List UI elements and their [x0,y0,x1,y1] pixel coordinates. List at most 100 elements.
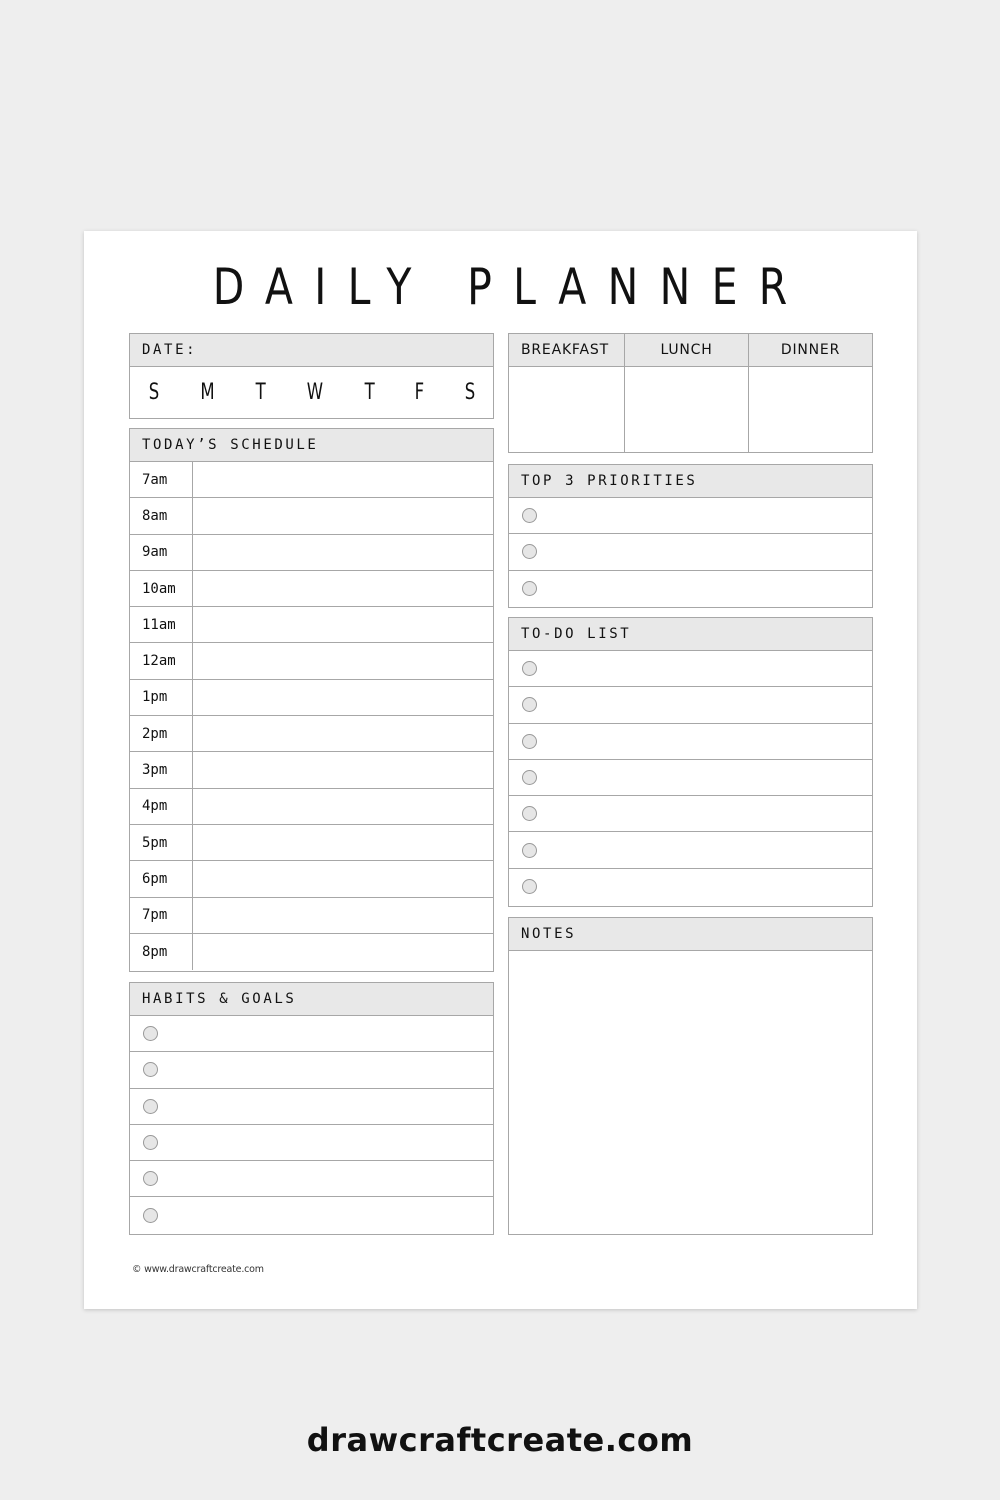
todo-item[interactable] [509,832,872,869]
schedule-entry-field[interactable] [193,498,493,533]
weekday-sun[interactable]: S [149,380,159,405]
schedule-entry-field[interactable] [193,861,493,896]
todo-label: TO-DO LIST [509,618,872,651]
schedule-label: TODAY’S SCHEDULE [130,429,493,462]
weekday-fri[interactable]: F [415,380,424,405]
checkbox-circle-icon[interactable] [522,842,537,858]
schedule-entry-field[interactable] [193,825,493,860]
weekday-wed[interactable]: W [307,380,323,405]
checkbox-circle-icon[interactable] [522,879,537,895]
priorities-label: TOP 3 PRIORITIES [509,465,872,498]
schedule-row: 10am [130,570,493,608]
meal-breakfast-label: BREAKFAST [509,334,625,366]
schedule-row: 9am [130,534,493,571]
schedule-row: 1pm [130,679,493,717]
schedule-row: 7am [130,462,493,499]
schedule-time-label: 7am [130,462,193,498]
meal-breakfast-field[interactable] [509,367,625,452]
priority-rows [509,498,872,607]
habits-label: HABITS & GOALS [130,983,493,1016]
schedule-entry-field[interactable] [193,571,493,606]
priority-item[interactable] [509,498,872,535]
notes-section: NOTES [508,917,873,1235]
schedule-row: 6pm [130,861,493,898]
weekday-row: S M T W T F S [130,367,493,417]
todo-rows [509,651,872,905]
checkbox-circle-icon[interactable] [522,697,537,713]
schedule-entry-field[interactable] [193,716,493,751]
notes-area[interactable] [509,951,872,1234]
schedule-time-label: 2pm [130,716,193,752]
schedule-time-label: 11am [130,607,193,643]
meal-lunch-label: LUNCH [625,334,749,366]
todo-item[interactable] [509,651,872,688]
habit-item[interactable] [130,1125,493,1162]
schedule-time-label: 5pm [130,824,193,861]
checkbox-circle-icon[interactable] [522,508,537,524]
schedule-entry-field[interactable] [193,462,493,497]
habit-item[interactable] [130,1052,493,1089]
meal-lunch-field[interactable] [625,367,749,452]
brand-link[interactable]: drawcraftcreate.com [0,1421,1000,1459]
priority-item[interactable] [509,571,872,607]
schedule-entry-field[interactable] [193,535,493,570]
weekday-sat[interactable]: S [465,380,475,405]
weekday-tue[interactable]: T [256,380,266,405]
todo-item[interactable] [509,687,872,724]
schedule-entry-field[interactable] [193,934,493,970]
schedule-entry-field[interactable] [193,789,493,824]
checkbox-circle-icon[interactable] [143,1171,158,1187]
schedule-section: TODAY’S SCHEDULE 7am 8am 9am 10am 11am 12am 1p… [129,428,494,972]
schedule-time-label: 3pm [130,752,193,788]
schedule-time-label: 4pm [130,788,193,824]
checkbox-circle-icon[interactable] [522,806,537,822]
schedule-row: 8am [130,498,493,535]
todo-item[interactable] [509,869,872,905]
checkbox-circle-icon[interactable] [522,733,537,749]
schedule-entry-field[interactable] [193,752,493,787]
schedule-entry-field[interactable] [193,607,493,642]
meal-dinner-field[interactable] [749,367,872,452]
priorities-section: TOP 3 PRIORITIES [508,464,873,608]
notes-label: NOTES [509,918,872,951]
schedule-time-label: 7pm [130,897,193,933]
checkbox-circle-icon[interactable] [143,1098,158,1114]
meal-dinner-label: DINNER [780,342,841,358]
schedule-entry-field[interactable] [193,643,493,678]
habit-rows [130,1016,493,1234]
schedule-row: 3pm [130,752,493,789]
habit-item[interactable] [130,1197,493,1233]
checkbox-circle-icon[interactable] [522,661,537,677]
weekday-mon[interactable]: M [200,380,214,405]
checkbox-circle-icon[interactable] [143,1135,158,1151]
checkbox-circle-icon[interactable] [522,544,537,560]
priority-item[interactable] [509,534,872,571]
todo-item[interactable] [509,796,872,833]
checkbox-circle-icon[interactable] [522,581,537,597]
meals-section: BREAKFAST LUNCH DINNER [508,333,873,453]
schedule-rows: 7am 8am 9am 10am 11am 12am 1pm 2pm 3pm 4pm 5pm 6pm 7… [130,462,493,971]
checkbox-circle-icon[interactable] [143,1208,158,1224]
schedule-row: 7pm [130,897,493,934]
habit-item[interactable] [130,1016,493,1053]
meal-header: BREAKFAST LUNCH DINNER [509,334,872,367]
date-section: DATE: S M T W T F S [129,333,494,419]
todo-item[interactable] [509,760,872,797]
weekday-thu[interactable]: T [365,380,375,405]
page-title: DAILY PLANNER [212,258,809,316]
schedule-time-label: 8am [130,498,193,534]
checkbox-circle-icon[interactable] [143,1026,158,1042]
schedule-row: 11am [130,607,493,644]
schedule-entry-field[interactable] [193,680,493,715]
todo-item[interactable] [509,724,872,760]
copyright-text: © www.drawcraftcreate.com [132,1264,264,1275]
habit-item[interactable] [130,1161,493,1198]
schedule-time-label: 8pm [130,933,193,971]
schedule-time-label: 6pm [130,861,193,897]
habit-item[interactable] [130,1089,493,1125]
checkbox-circle-icon[interactable] [522,770,537,786]
schedule-row: 2pm [130,716,493,753]
schedule-entry-field[interactable] [193,898,493,933]
schedule-row: 12am [130,643,493,680]
checkbox-circle-icon[interactable] [143,1062,158,1078]
